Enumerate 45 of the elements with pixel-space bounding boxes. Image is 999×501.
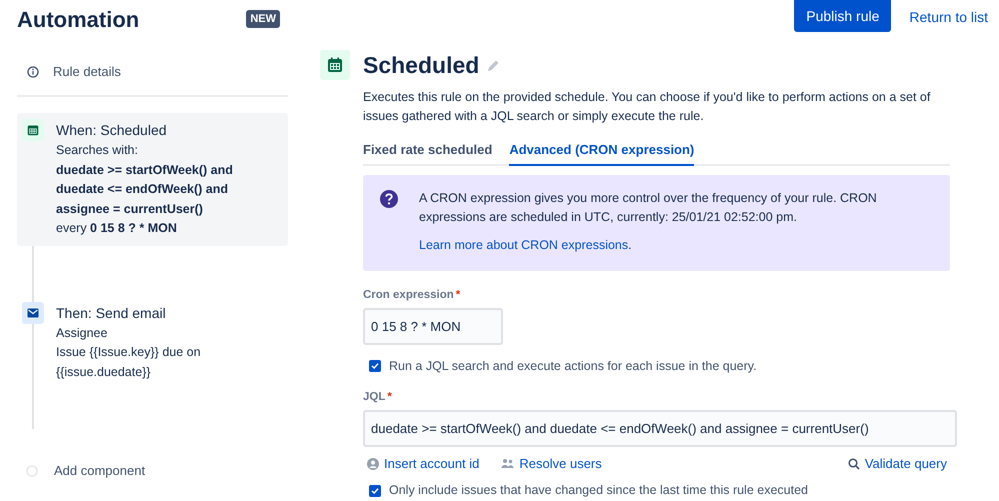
info-icon [27, 66, 39, 78]
component-detail: Assignee [56, 324, 108, 342]
people-icon [501, 458, 514, 469]
page-title: Automation [17, 6, 140, 34]
component-title: When: Scheduled [56, 121, 168, 140]
checkbox-label: Run a JQL search and execute actions for each issue in the query. [389, 358, 757, 375]
publish-rule-button[interactable]: Publish rule [794, 0, 892, 32]
query-link[interactable]: Resolve users [519, 454, 602, 474]
rule-component[interactable]: Then: Send email Assignee Issue {{Issue.key}} due on {{issue.duedate}} [17, 296, 288, 389]
rule-details-link[interactable]: Rule details [53, 62, 121, 82]
required-mark: * [456, 288, 460, 302]
jql-input[interactable]: duedate >= startOfWeek() and duedate <= endOfWeek() and assignee = currentUser() [363, 410, 957, 447]
component-detail: every 0 15 8 ? * MON [56, 220, 178, 237]
question-icon [379, 188, 399, 208]
add-component-link[interactable]: Add component [54, 461, 146, 480]
checkbox[interactable] [369, 484, 381, 497]
query-link[interactable]: Validate query [864, 454, 947, 474]
field-label: JQL [363, 390, 386, 404]
tab[interactable]: Advanced (CRON expression) [509, 140, 694, 166]
return-to-list-link[interactable]: Return to list [909, 7, 988, 28]
checkbox-label: Only include issues that have changed since the last time this rule executed [389, 482, 808, 500]
component-detail: Searches with: [56, 142, 139, 159]
search-icon [848, 458, 860, 470]
field-label: Cron expression [363, 288, 454, 302]
info-text: A CRON expression gives you more control over the frequency of your rule. CRON expressions are scheduled in UTC, currently: 25/01/21 02:52:00 pm. [419, 190, 878, 226]
envelope-icon [22, 302, 44, 324]
rule-component[interactable]: When: Scheduled Searches with: duedate >= startOfWeek() and duedate <= endOfWeek() and assignee = currentUser() every 0 15 8 ? * MON [17, 113, 288, 246]
component-detail: assignee = currentUser() [56, 200, 204, 218]
panel-title: Scheduled [363, 50, 480, 80]
description: Executes this rule on the provided schedule. You can choose if you'd like to perform actions on a set of issues gathered with a JQL search or simply execute the rule. [363, 89, 932, 125]
query-link[interactable]: Insert account id [384, 454, 480, 474]
calendar-icon [22, 119, 44, 141]
person-icon [367, 458, 379, 470]
learn-more-link[interactable]: Learn more about CRON expressions [419, 236, 628, 254]
component-detail: duedate <= endOfWeek() and [56, 181, 230, 198]
component-detail: duedate >= startOfWeek() and [56, 162, 234, 179]
component-title: Then: Send email [56, 304, 167, 322]
tab[interactable]: Fixed rate scheduled [363, 140, 492, 166]
checkbox[interactable] [369, 360, 381, 372]
calendar-icon [320, 50, 350, 80]
link-period: . [628, 236, 632, 254]
component-detail: Issue {{Issue.key}} due on {{issue.duedate}} [56, 344, 202, 381]
required-mark: * [387, 390, 392, 404]
new-badge: NEW [246, 10, 280, 28]
cron-input[interactable]: 0 15 8 ? * MON [363, 308, 503, 345]
